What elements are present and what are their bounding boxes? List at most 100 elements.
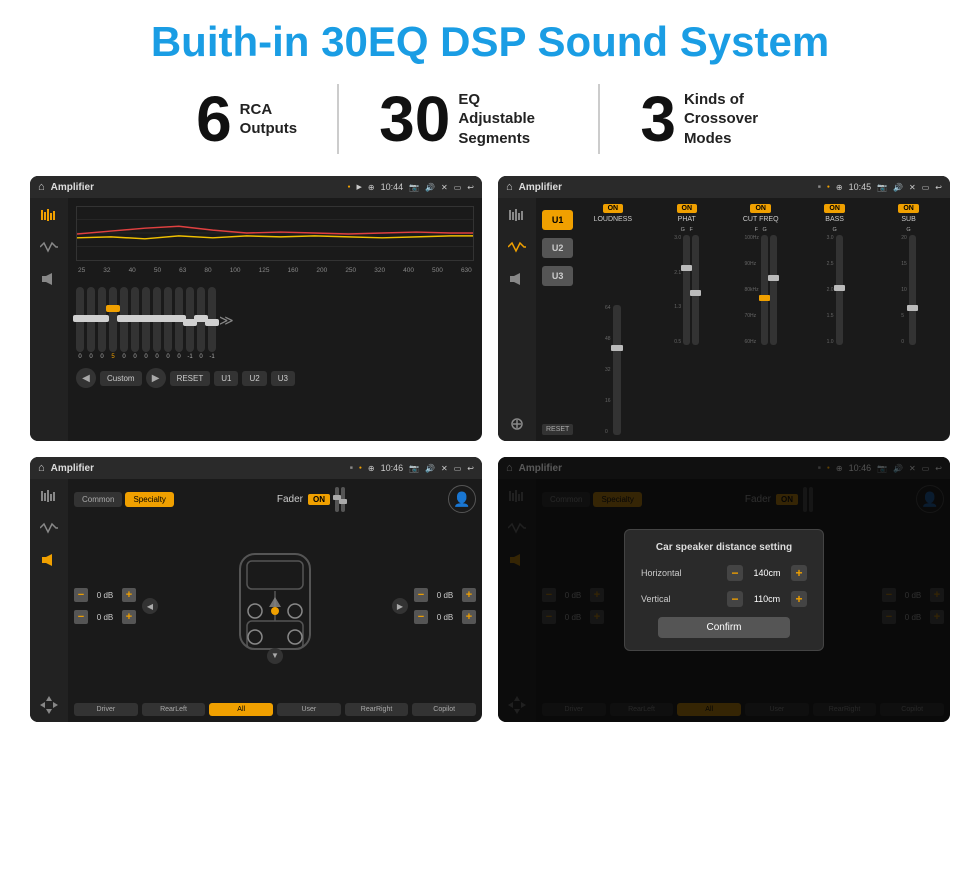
specialty-tab[interactable]: Specialty: [125, 492, 173, 507]
eq-u2-button[interactable]: U2: [242, 371, 266, 386]
eq-slider-5[interactable]: 0: [120, 287, 128, 360]
u1-button[interactable]: U1: [542, 210, 573, 230]
eq-custom-button[interactable]: Custom: [100, 371, 142, 386]
back-icon-3[interactable]: ↩: [467, 464, 474, 473]
rearright-button[interactable]: RearRight: [345, 703, 409, 716]
db-minus-rl[interactable]: −: [74, 610, 88, 624]
u3-button[interactable]: U3: [542, 266, 573, 286]
eq-play-button[interactable]: ▶: [146, 368, 166, 388]
fader-left-arrow[interactable]: ◀: [142, 598, 158, 614]
crossover-reset-button[interactable]: RESET: [542, 424, 573, 435]
rearleft-button[interactable]: RearLeft: [142, 703, 206, 716]
cutfreq-on-badge[interactable]: ON: [750, 204, 771, 213]
vertical-plus-button[interactable]: +: [791, 591, 807, 607]
eq-more-icon[interactable]: ≫: [219, 312, 234, 329]
home-icon[interactable]: ⌂: [38, 181, 45, 193]
db-minus-fr[interactable]: −: [414, 588, 428, 602]
fader-right-arrow[interactable]: ▶: [392, 598, 408, 614]
eq-slider-3[interactable]: 0: [98, 287, 106, 360]
fader-tabs: Common Specialty: [74, 492, 174, 507]
sidebar-speaker-icon[interactable]: [38, 270, 60, 288]
phat-on-badge[interactable]: ON: [677, 204, 698, 213]
home-icon-3[interactable]: ⌂: [38, 462, 45, 474]
all-button[interactable]: All: [209, 703, 273, 716]
location-icon-3: ⊕: [368, 464, 375, 473]
eq-slider-13[interactable]: -1: [208, 287, 216, 360]
db-minus-rr[interactable]: −: [414, 610, 428, 624]
fader-right-controls: − 0 dB + − 0 dB +: [414, 588, 476, 624]
loudness-on-badge[interactable]: ON: [603, 204, 624, 213]
copilot-button[interactable]: Copilot: [412, 703, 476, 716]
back-icon[interactable]: ↩: [467, 183, 474, 192]
phat-label: PHAT: [678, 216, 696, 223]
crossover-topbar-time: 10:45: [849, 182, 872, 192]
crossover-sidebar-wave[interactable]: [506, 238, 528, 256]
crossover-sidebar-speaker[interactable]: [506, 270, 528, 288]
horizontal-plus-button[interactable]: +: [791, 565, 807, 581]
db-plus-rr[interactable]: +: [462, 610, 476, 624]
u2-button[interactable]: U2: [542, 238, 573, 258]
eq-bottom-bar: ◀ Custom ▶ RESET U1 U2 U3: [76, 368, 474, 388]
minus-icon[interactable]: ▭: [454, 183, 462, 192]
x-icon-2[interactable]: ✕: [909, 183, 916, 192]
fader-sidebar-wave[interactable]: [38, 519, 60, 537]
eq-slider-7[interactable]: 0: [142, 287, 150, 360]
sub-on-badge[interactable]: ON: [898, 204, 919, 213]
sidebar-wave-icon[interactable]: [38, 238, 60, 256]
home-icon-2[interactable]: ⌂: [506, 181, 513, 193]
dot-icon-2: ■: [818, 184, 821, 190]
driver-button[interactable]: Driver: [74, 703, 138, 716]
fader-on-badge[interactable]: ON: [308, 494, 330, 505]
minus-icon-3[interactable]: ▭: [454, 464, 462, 473]
eq-u1-button[interactable]: U1: [214, 371, 238, 386]
eq-slider-2[interactable]: 0: [87, 287, 95, 360]
x-icon[interactable]: ✕: [441, 183, 448, 192]
eq-slider-4[interactable]: 5: [109, 287, 117, 360]
fader-down-arrow[interactable]: ▼: [267, 648, 283, 664]
eq-u3-button[interactable]: U3: [271, 371, 295, 386]
common-tab[interactable]: Common: [74, 492, 122, 507]
vertical-minus-button[interactable]: −: [727, 591, 743, 607]
eq-slider-1[interactable]: 0: [76, 287, 84, 360]
db-value-fl: 0 dB: [91, 591, 119, 600]
db-minus-fl[interactable]: −: [74, 588, 88, 602]
back-icon-2[interactable]: ↩: [935, 183, 942, 192]
db-plus-rl[interactable]: +: [122, 610, 136, 624]
fader-sidebar-arrows[interactable]: [38, 696, 60, 714]
eq-slider-12[interactable]: 0: [197, 287, 205, 360]
modal-vertical-row: Vertical − 110cm +: [641, 591, 807, 607]
confirm-button[interactable]: Confirm: [658, 617, 791, 638]
db-plus-fr[interactable]: +: [462, 588, 476, 602]
crossover-sidebar-eq[interactable]: [506, 206, 528, 224]
sidebar-eq-icon[interactable]: [38, 206, 60, 224]
eq-reset-button[interactable]: RESET: [170, 371, 211, 386]
x-icon-3[interactable]: ✕: [441, 464, 448, 473]
screens-grid: ⌂ Amplifier ● ▶ ⊕ 10:44 📷 🔊 ✕ ▭ ↩: [30, 176, 950, 722]
fader-sidebar-eq[interactable]: [38, 487, 60, 505]
eq-slider-6[interactable]: 0: [131, 287, 139, 360]
user-button[interactable]: User: [277, 703, 341, 716]
distance-modal: Car speaker distance setting Horizontal …: [624, 529, 824, 651]
fader-sidebar-speaker[interactable]: [38, 551, 60, 569]
fader-user-icon[interactable]: 👤: [448, 485, 476, 513]
fader-car-view: ◀ ▶ ▼: [142, 549, 408, 664]
db-plus-fl[interactable]: +: [122, 588, 136, 602]
cutfreq-label: CUT FREQ: [743, 216, 779, 223]
loudness-channel: ON LOUDNESS 644832160: [577, 204, 648, 435]
eq-prev-button[interactable]: ◀: [76, 368, 96, 388]
phat-channel: ON PHAT G F 3.02.11.30.5: [651, 204, 722, 435]
crossover-topbar: ⌂ Amplifier ■ ● ⊕ 10:45 📷 🔊 ✕ ▭ ↩: [498, 176, 950, 198]
fader-top-row: Common Specialty Fader ON 👤: [74, 485, 476, 513]
eq-main-content: 2532405063 80100125160200 25032040050063…: [68, 198, 482, 441]
volume-icon-2: 🔊: [893, 183, 903, 192]
eq-slider-9[interactable]: 0: [164, 287, 172, 360]
crossover-sidebar-extra[interactable]: [506, 415, 528, 433]
eq-slider-11[interactable]: -1: [186, 287, 194, 360]
horizontal-minus-button[interactable]: −: [727, 565, 743, 581]
eq-slider-8[interactable]: 0: [153, 287, 161, 360]
minus-icon-2[interactable]: ▭: [922, 183, 930, 192]
eq-screen: ⌂ Amplifier ● ▶ ⊕ 10:44 📷 🔊 ✕ ▭ ↩: [30, 176, 482, 441]
stat-rca-number: 6: [196, 87, 232, 151]
bass-on-badge[interactable]: ON: [824, 204, 845, 213]
eq-slider-10[interactable]: 0: [175, 287, 183, 360]
